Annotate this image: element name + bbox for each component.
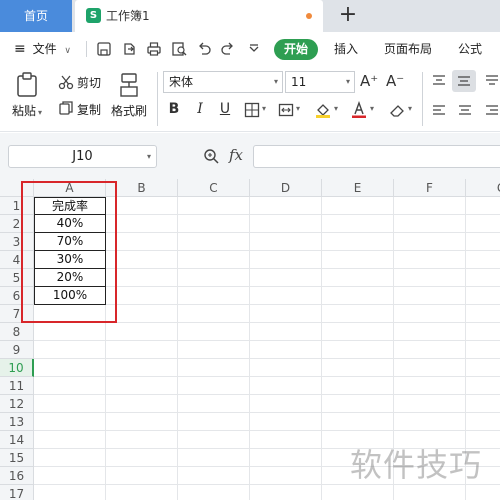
name-box-value: J10 <box>72 149 93 164</box>
insert-function-button[interactable]: fx <box>229 146 243 164</box>
font-name-select[interactable]: 宋体 ▾ <box>163 71 283 93</box>
row-header-14[interactable]: 14 <box>0 431 34 449</box>
row-header-11[interactable]: 11 <box>0 377 34 395</box>
gridline <box>34 340 500 341</box>
row-header-16[interactable]: 16 <box>0 467 34 485</box>
column-header-f[interactable]: F <box>394 179 466 197</box>
chevron-down-icon: ▾ <box>345 77 350 86</box>
decrease-font-button[interactable]: A⁻ <box>386 70 404 92</box>
row-header-8[interactable]: 8 <box>0 323 34 341</box>
tab-bar: 首页 S 工作簿1 + <box>0 0 500 32</box>
increase-font-button[interactable]: A⁺ <box>360 70 378 92</box>
font-name-value: 宋体 <box>169 75 194 89</box>
row-header-13[interactable]: 13 <box>0 413 34 431</box>
chevron-down-icon: ▾ <box>38 108 43 117</box>
eraser-icon[interactable] <box>388 101 406 119</box>
tab-start[interactable]: 开始 <box>274 39 318 60</box>
gridline <box>34 376 500 377</box>
redo-icon[interactable] <box>220 41 236 57</box>
cut-button[interactable]: 剪切 <box>77 74 101 91</box>
tab-insert[interactable]: 插入 <box>334 32 358 66</box>
tab-formulas[interactable]: 公式 <box>458 32 482 66</box>
column-header-g[interactable]: G <box>466 179 500 197</box>
highlight-box <box>21 181 117 323</box>
spreadsheet-icon: S <box>86 8 101 23</box>
undo-icon[interactable] <box>196 41 212 57</box>
tab-workbook[interactable]: S 工作簿1 <box>75 0 323 32</box>
underline-button[interactable]: U <box>216 98 234 120</box>
copy-button[interactable]: 复制 <box>77 101 101 118</box>
paste-button[interactable]: 粘贴 ▾ <box>12 102 42 119</box>
formula-bar: J10 ▾ fx <box>0 133 500 179</box>
bold-button[interactable]: B <box>165 98 183 120</box>
customize-toolbar-icon[interactable] <box>246 41 262 57</box>
font-size-value: 11 <box>291 75 307 89</box>
align-bottom-icon[interactable] <box>484 74 500 88</box>
chevron-down-icon: ∨ <box>64 46 71 56</box>
chevron-down-icon: ▾ <box>262 104 267 113</box>
align-right-icon[interactable] <box>484 104 500 118</box>
align-left-icon[interactable] <box>431 104 447 118</box>
align-top-icon[interactable] <box>431 74 447 88</box>
new-tab-button[interactable]: + <box>336 3 360 29</box>
chevron-down-icon: ▾ <box>370 104 375 113</box>
paste-icon[interactable] <box>16 72 40 98</box>
column-header-e[interactable]: E <box>322 179 394 197</box>
unsaved-dot-icon <box>306 13 312 19</box>
format-painter-icon[interactable] <box>118 72 140 98</box>
print-icon[interactable] <box>146 41 162 57</box>
formula-input[interactable] <box>253 145 500 168</box>
menu-bar: ≡ 文件 ∨ 开始 插入 页面布局 公式 <box>0 32 500 66</box>
row-header-9[interactable]: 9 <box>0 341 34 359</box>
align-middle-button[interactable] <box>452 70 476 92</box>
row-header-15[interactable]: 15 <box>0 449 34 467</box>
font-size-select[interactable]: 11 ▾ <box>285 71 355 93</box>
borders-icon[interactable] <box>244 102 260 118</box>
hamburger-icon: ≡ <box>14 41 26 57</box>
watermark: 软件技巧 <box>350 446 483 484</box>
tab-workbook-title: 工作簿1 <box>106 9 150 23</box>
gridline <box>34 394 500 395</box>
tab-page-layout[interactable]: 页面布局 <box>384 32 432 66</box>
save-icon[interactable] <box>96 41 112 57</box>
gridline <box>34 430 500 431</box>
row-header-10[interactable]: 10 <box>0 359 34 377</box>
font-color-icon[interactable] <box>350 101 368 119</box>
divider <box>86 41 87 57</box>
chevron-down-icon: ▾ <box>273 77 278 86</box>
column-header-d[interactable]: D <box>250 179 322 197</box>
name-box[interactable]: J10 ▾ <box>8 145 157 168</box>
format-painter-label: 格式刷 <box>111 104 148 118</box>
ribbon: 粘贴 ▾ 剪切 复制 格式刷 宋体 ▾ 11 ▾ A⁺ A⁻ B I U ▾ ▾ … <box>0 66 500 132</box>
scissors-icon <box>58 75 74 90</box>
row-header-17[interactable]: 17 <box>0 485 34 500</box>
gridline <box>177 197 178 500</box>
export-icon[interactable] <box>121 41 137 57</box>
chevron-down-icon: ▾ <box>296 104 301 113</box>
copy-icon <box>59 101 73 115</box>
divider <box>157 72 158 126</box>
align-center-icon[interactable] <box>457 104 473 118</box>
align-middle-icon <box>458 76 470 86</box>
gridline <box>34 412 500 413</box>
file-menu-button[interactable]: ≡ 文件 ∨ <box>14 32 71 66</box>
italic-button[interactable]: I <box>191 98 209 120</box>
fill-color-icon[interactable] <box>314 101 332 119</box>
merge-cells-icon[interactable] <box>278 102 294 118</box>
gridline <box>249 197 250 500</box>
row-header-12[interactable]: 12 <box>0 395 34 413</box>
divider <box>422 72 423 126</box>
tab-home[interactable]: 首页 <box>0 0 72 32</box>
chevron-down-icon: ▾ <box>146 152 151 161</box>
chevron-down-icon: ▾ <box>334 104 339 113</box>
print-preview-icon[interactable] <box>171 41 187 57</box>
file-menu-label: 文件 <box>32 42 57 56</box>
gridline <box>34 358 500 359</box>
chevron-down-icon: ▾ <box>408 104 413 113</box>
column-header-c[interactable]: C <box>178 179 250 197</box>
gridline <box>321 197 322 500</box>
zoom-icon[interactable] <box>203 148 219 164</box>
paste-label: 粘贴 <box>12 104 37 118</box>
